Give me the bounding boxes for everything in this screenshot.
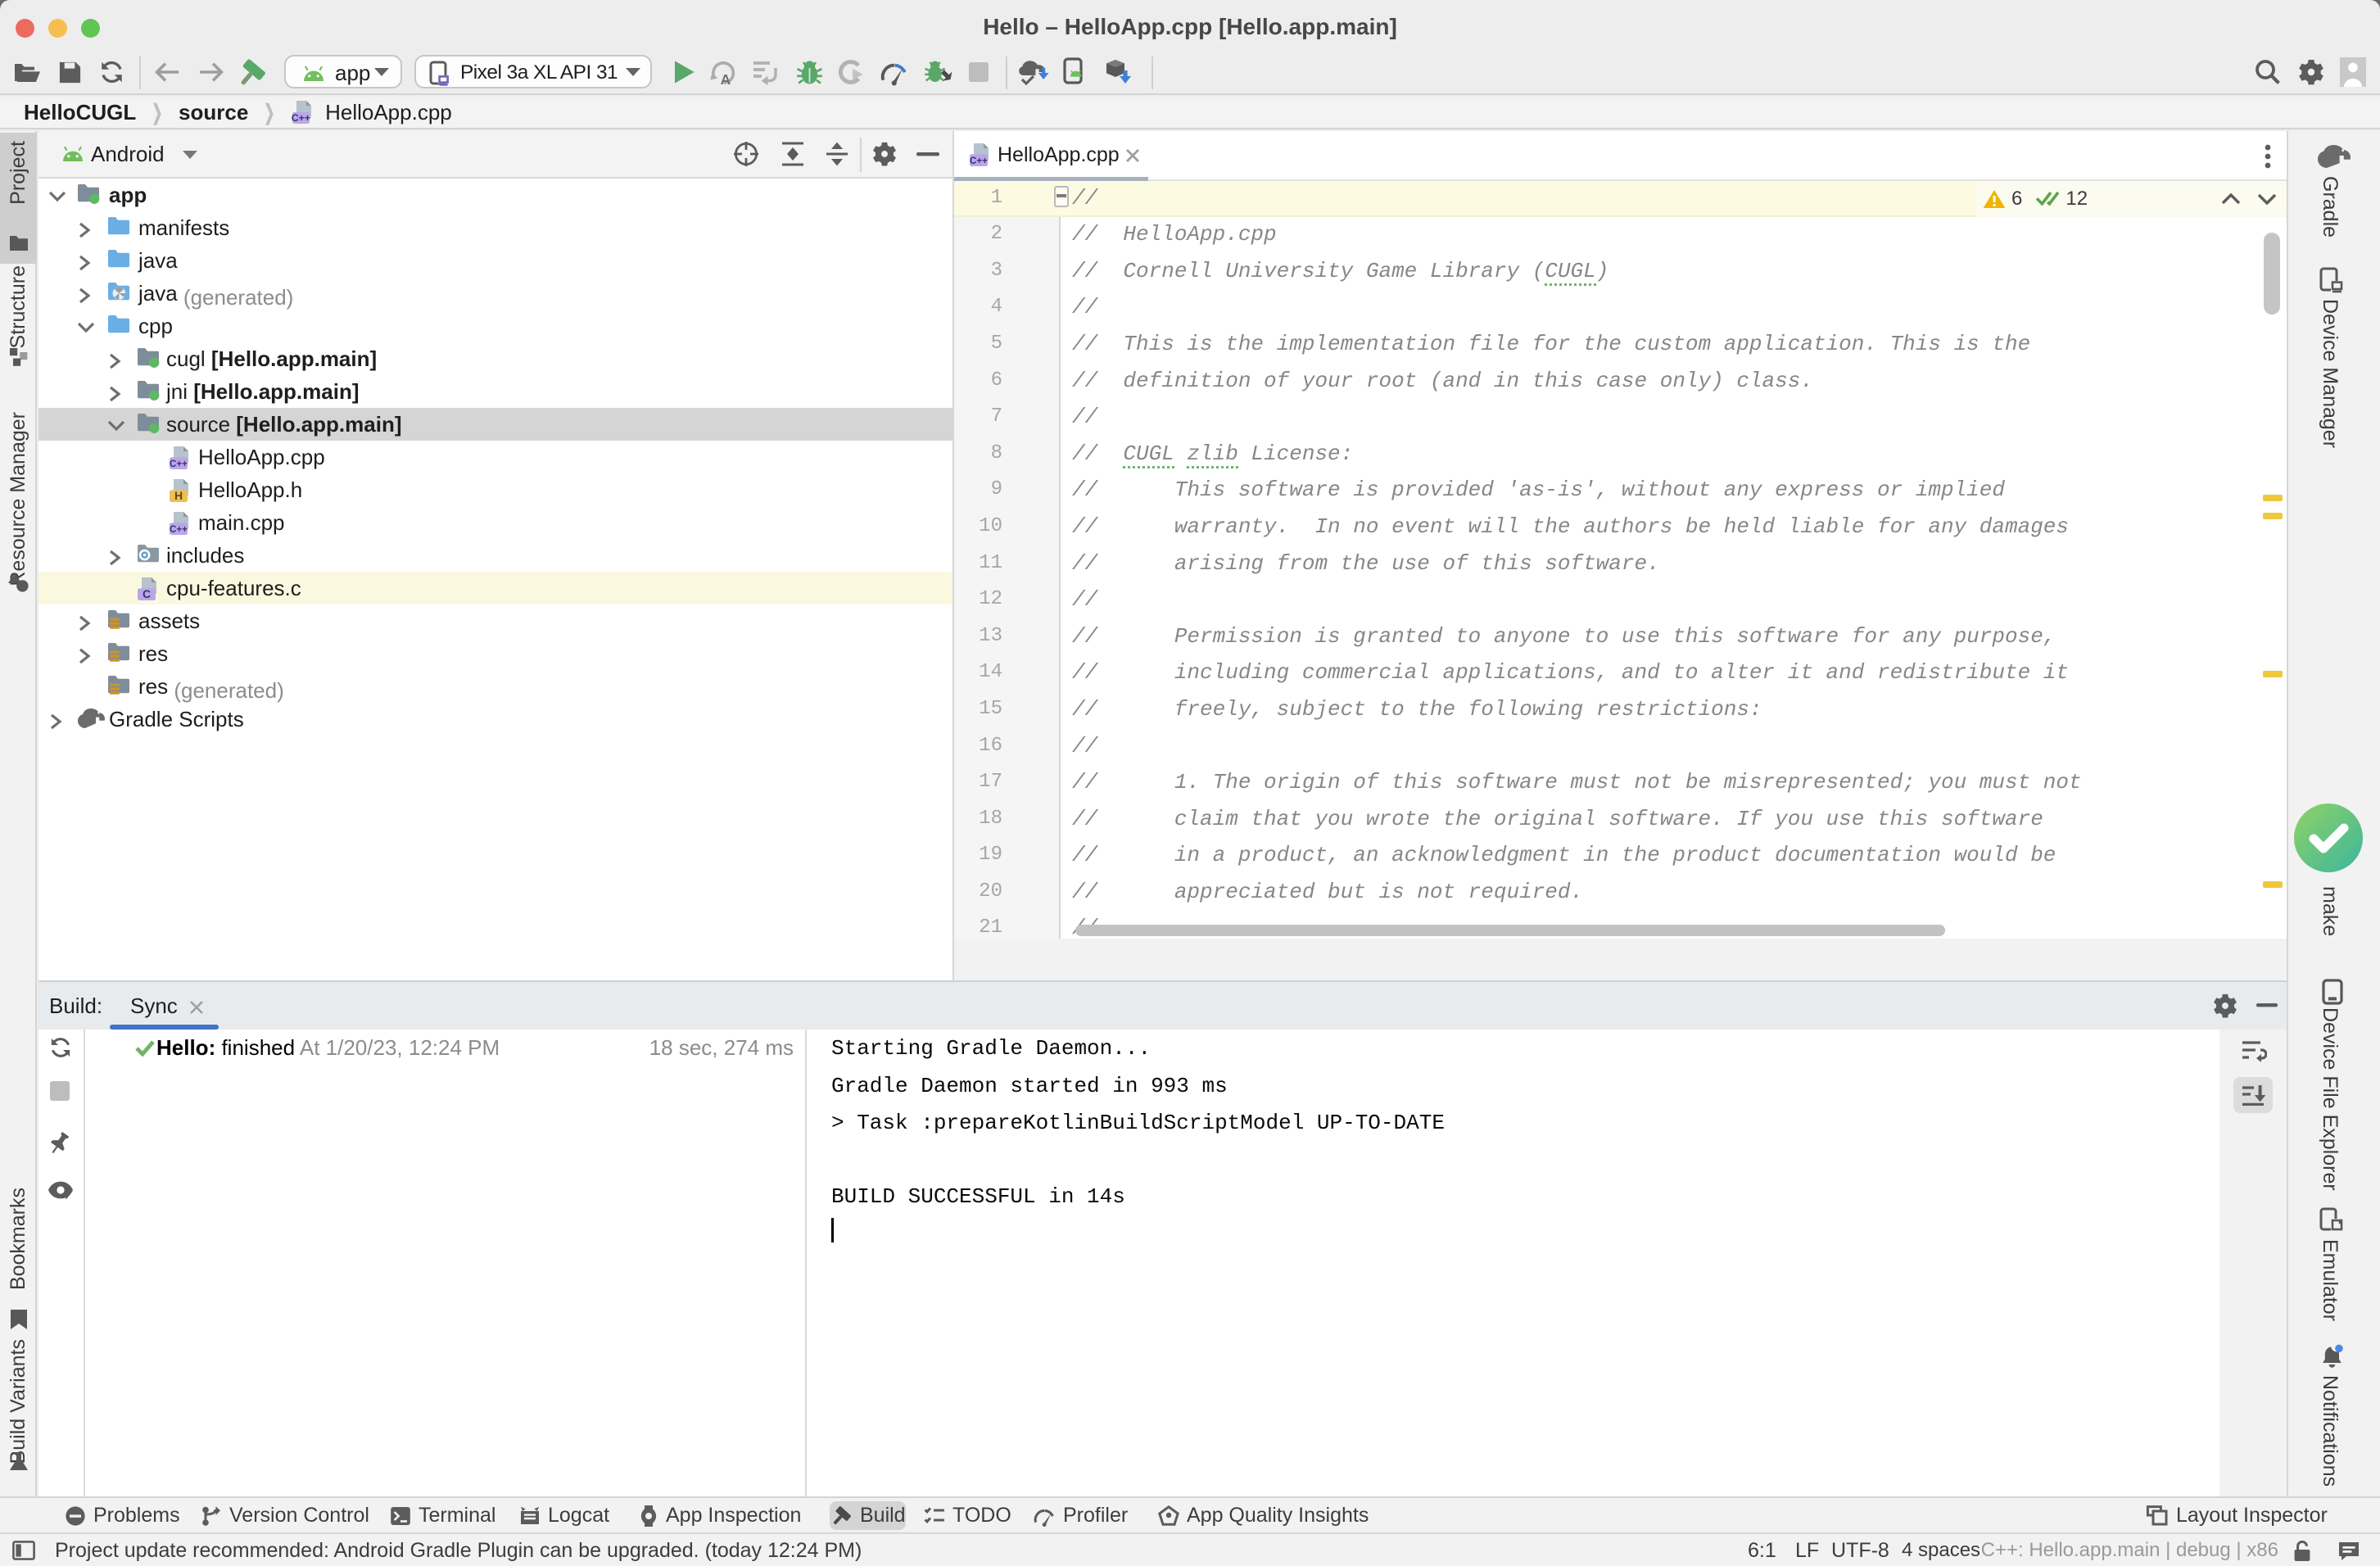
svg-text:H: H bbox=[174, 489, 183, 502]
svg-text:C++: C++ bbox=[970, 156, 988, 166]
svg-text:C++: C++ bbox=[170, 524, 188, 535]
svg-text:C++: C++ bbox=[170, 459, 188, 469]
svg-text:C: C bbox=[143, 587, 151, 600]
svg-text:A: A bbox=[721, 71, 731, 87]
svg-text:C++: C++ bbox=[292, 112, 310, 124]
